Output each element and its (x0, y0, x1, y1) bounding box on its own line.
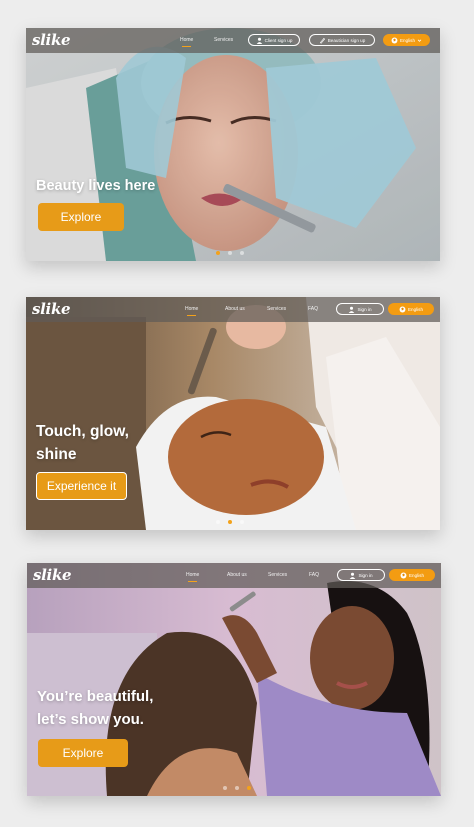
slike-logo[interactable]: slike (33, 566, 72, 584)
carousel-dot-1[interactable] (216, 520, 220, 524)
carousel-dot-3[interactable] (240, 520, 244, 524)
language-label: English (399, 37, 416, 43)
language-selector[interactable]: English (389, 569, 435, 581)
beautician-signup-button[interactable]: Beautician sign up (309, 34, 375, 46)
nav-link-home[interactable]: Home (186, 572, 199, 582)
nav-link-faq[interactable]: FAQ (308, 306, 318, 312)
carousel-dot-1[interactable] (223, 786, 227, 790)
nav-link-about-us[interactable]: About us (227, 572, 247, 578)
client-signup-label: Client sign up (264, 37, 293, 43)
sign-in-button[interactable]: Sign in (336, 303, 384, 315)
globe-icon (399, 306, 406, 312)
nav-link-services[interactable]: Services (268, 572, 287, 578)
nav-link-faq[interactable]: FAQ (309, 572, 319, 578)
navbar: slike Home About us Services FAQ Sign in… (27, 563, 441, 588)
chevron-down-icon (417, 38, 422, 42)
carousel-dots (223, 786, 251, 790)
hero-headline: You’re beautiful, let’s show you. (37, 685, 153, 731)
client-signup-button[interactable]: Client sign up (248, 34, 300, 46)
sign-in-label: Sign in (358, 572, 373, 578)
nav-link-about-us[interactable]: About us (225, 306, 245, 312)
navbar: slike Home About us Services FAQ Sign in… (26, 297, 440, 322)
carousel-dot-3[interactable] (247, 786, 251, 790)
carousel-dot-2[interactable] (228, 251, 232, 255)
screen-3-homepage: slike Home About us Services FAQ Sign in… (27, 563, 441, 796)
carousel-dots (216, 251, 244, 255)
globe-icon (400, 572, 407, 578)
brush-icon (319, 37, 325, 44)
navbar: slike Home Services Client sign up Beaut… (26, 28, 440, 53)
carousel-dot-3[interactable] (240, 251, 244, 255)
carousel-dots (216, 520, 244, 524)
nav-link-home[interactable]: Home (185, 306, 198, 316)
language-label: English (408, 572, 425, 578)
nav-link-services[interactable]: Services (214, 37, 233, 43)
hero-headline-line-1: You’re beautiful, (37, 688, 154, 705)
beautician-signup-label: Beautician sign up (327, 37, 366, 43)
language-selector[interactable]: English (388, 303, 434, 315)
screen-1-homepage: slike Home Services Client sign up Beaut… (26, 28, 440, 261)
sign-in-label: Sign in (357, 306, 372, 312)
hero-headline-line-2: let’s show you. (37, 711, 144, 728)
user-icon (349, 306, 355, 313)
hero-headline: Touch, glow, shine (36, 420, 129, 466)
slike-logo[interactable]: slike (32, 300, 71, 318)
hero-headline: Beauty lives here (36, 178, 156, 194)
user-icon (350, 572, 356, 579)
screen-2-homepage: slike Home About us Services FAQ Sign in… (26, 297, 440, 530)
user-icon (256, 37, 262, 44)
hero-headline-line-2: shine (36, 446, 77, 463)
carousel-dot-2[interactable] (228, 520, 232, 524)
language-label: English (407, 306, 424, 312)
sign-in-button[interactable]: Sign in (337, 569, 385, 581)
experience-it-button[interactable]: Experience it (36, 472, 127, 500)
carousel-dot-1[interactable] (216, 251, 220, 255)
hero-headline-line-1: Touch, glow, (36, 423, 129, 440)
globe-icon (391, 37, 398, 43)
nav-link-home[interactable]: Home (180, 37, 193, 47)
nav-link-services[interactable]: Services (267, 306, 286, 312)
carousel-dot-2[interactable] (235, 786, 239, 790)
slike-logo[interactable]: slike (32, 31, 71, 49)
language-selector[interactable]: English (383, 34, 430, 46)
explore-button[interactable]: Explore (38, 203, 124, 231)
explore-button[interactable]: Explore (38, 739, 128, 767)
